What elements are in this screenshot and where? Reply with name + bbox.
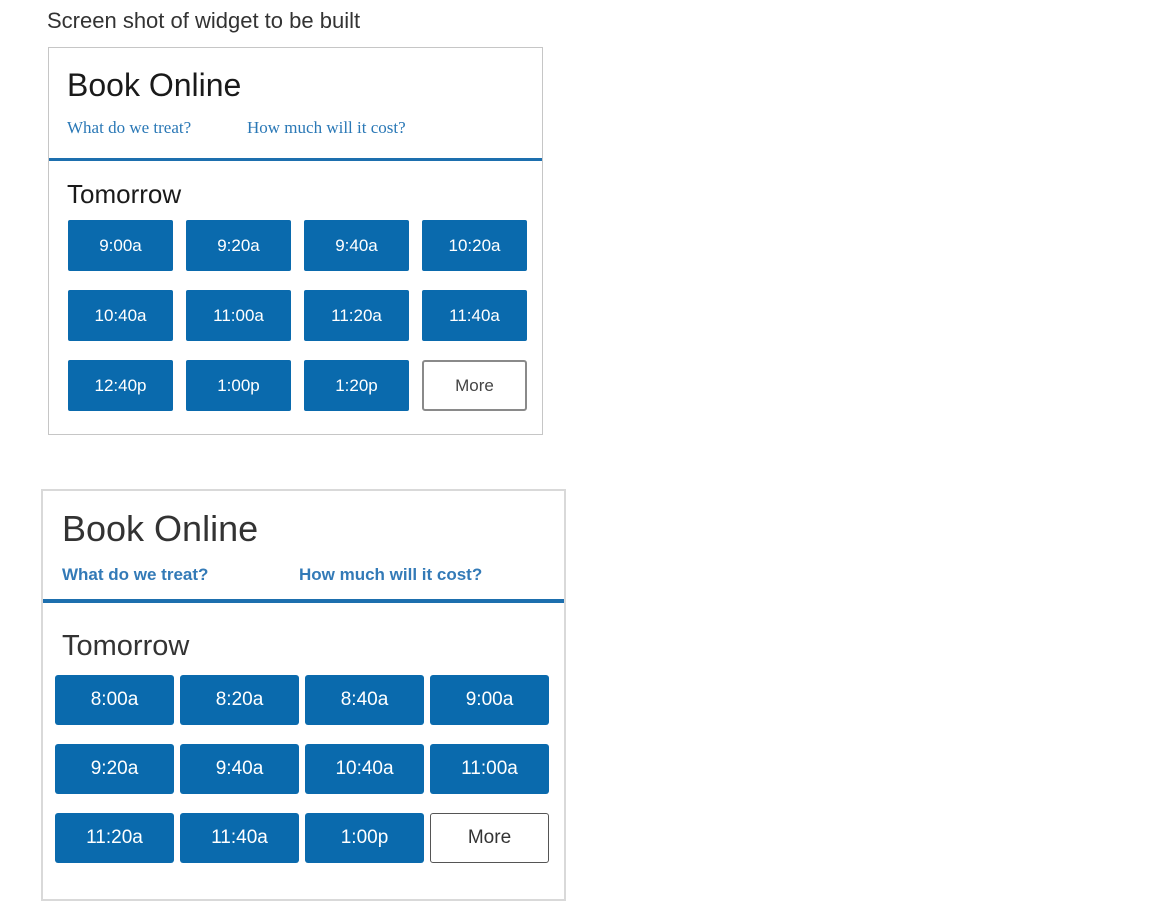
time-slot-grid: 9:00a 9:20a 9:40a 10:20a 10:40a 11:00a 1… — [68, 220, 527, 411]
screenshot-caption: Screen shot of widget to be built — [47, 8, 361, 33]
mockup-book-online-widget: Book Online What do we treat? How much w… — [48, 47, 543, 435]
time-slot-button[interactable]: 9:40a — [304, 220, 409, 271]
widget-title: Book Online — [67, 67, 242, 103]
day-label: Tomorrow — [62, 630, 190, 662]
time-slot-button[interactable]: 11:20a — [304, 290, 409, 341]
page: Screen shot of widget to be built Book O… — [0, 0, 1152, 907]
time-slot-button[interactable]: 9:20a — [186, 220, 291, 271]
time-slot-button[interactable]: 8:00a — [55, 675, 174, 725]
time-slot-button[interactable]: 10:40a — [68, 290, 173, 341]
time-slot-button[interactable]: 9:20a — [55, 744, 174, 794]
time-slot-button[interactable]: 9:40a — [180, 744, 299, 794]
day-label: Tomorrow — [67, 179, 182, 209]
what-do-we-treat-link[interactable]: What do we treat? — [62, 565, 208, 585]
time-slot-button[interactable]: 10:20a — [422, 220, 527, 271]
header-divider — [43, 599, 564, 603]
time-slot-button[interactable]: 11:40a — [422, 290, 527, 341]
time-slot-button[interactable]: 9:00a — [68, 220, 173, 271]
time-slot-button[interactable]: 11:00a — [186, 290, 291, 341]
time-slot-button[interactable]: 8:20a — [180, 675, 299, 725]
time-slot-grid: 8:00a 8:20a 8:40a 9:00a 9:20a 9:40a 10:4… — [55, 675, 549, 863]
what-do-we-treat-link[interactable]: What do we treat? — [67, 118, 191, 138]
header-divider — [49, 158, 542, 161]
more-times-button[interactable]: More — [430, 813, 549, 863]
time-slot-button[interactable]: 10:40a — [305, 744, 424, 794]
time-slot-button[interactable]: 1:00p — [305, 813, 424, 863]
time-slot-button[interactable]: 8:40a — [305, 675, 424, 725]
time-slot-button[interactable]: 11:20a — [55, 813, 174, 863]
time-slot-button[interactable]: 9:00a — [430, 675, 549, 725]
time-slot-button[interactable]: 12:40p — [68, 360, 173, 411]
time-slot-button[interactable]: 11:40a — [180, 813, 299, 863]
time-slot-button[interactable]: 1:00p — [186, 360, 291, 411]
built-book-online-widget: Book Online What do we treat? How much w… — [41, 489, 566, 901]
time-slot-button[interactable]: 11:00a — [430, 744, 549, 794]
more-times-button[interactable]: More — [422, 360, 527, 411]
widget-title: Book Online — [62, 508, 259, 549]
time-slot-button[interactable]: 1:20p — [304, 360, 409, 411]
how-much-will-it-cost-link[interactable]: How much will it cost? — [299, 565, 482, 585]
how-much-will-it-cost-link[interactable]: How much will it cost? — [247, 118, 406, 138]
